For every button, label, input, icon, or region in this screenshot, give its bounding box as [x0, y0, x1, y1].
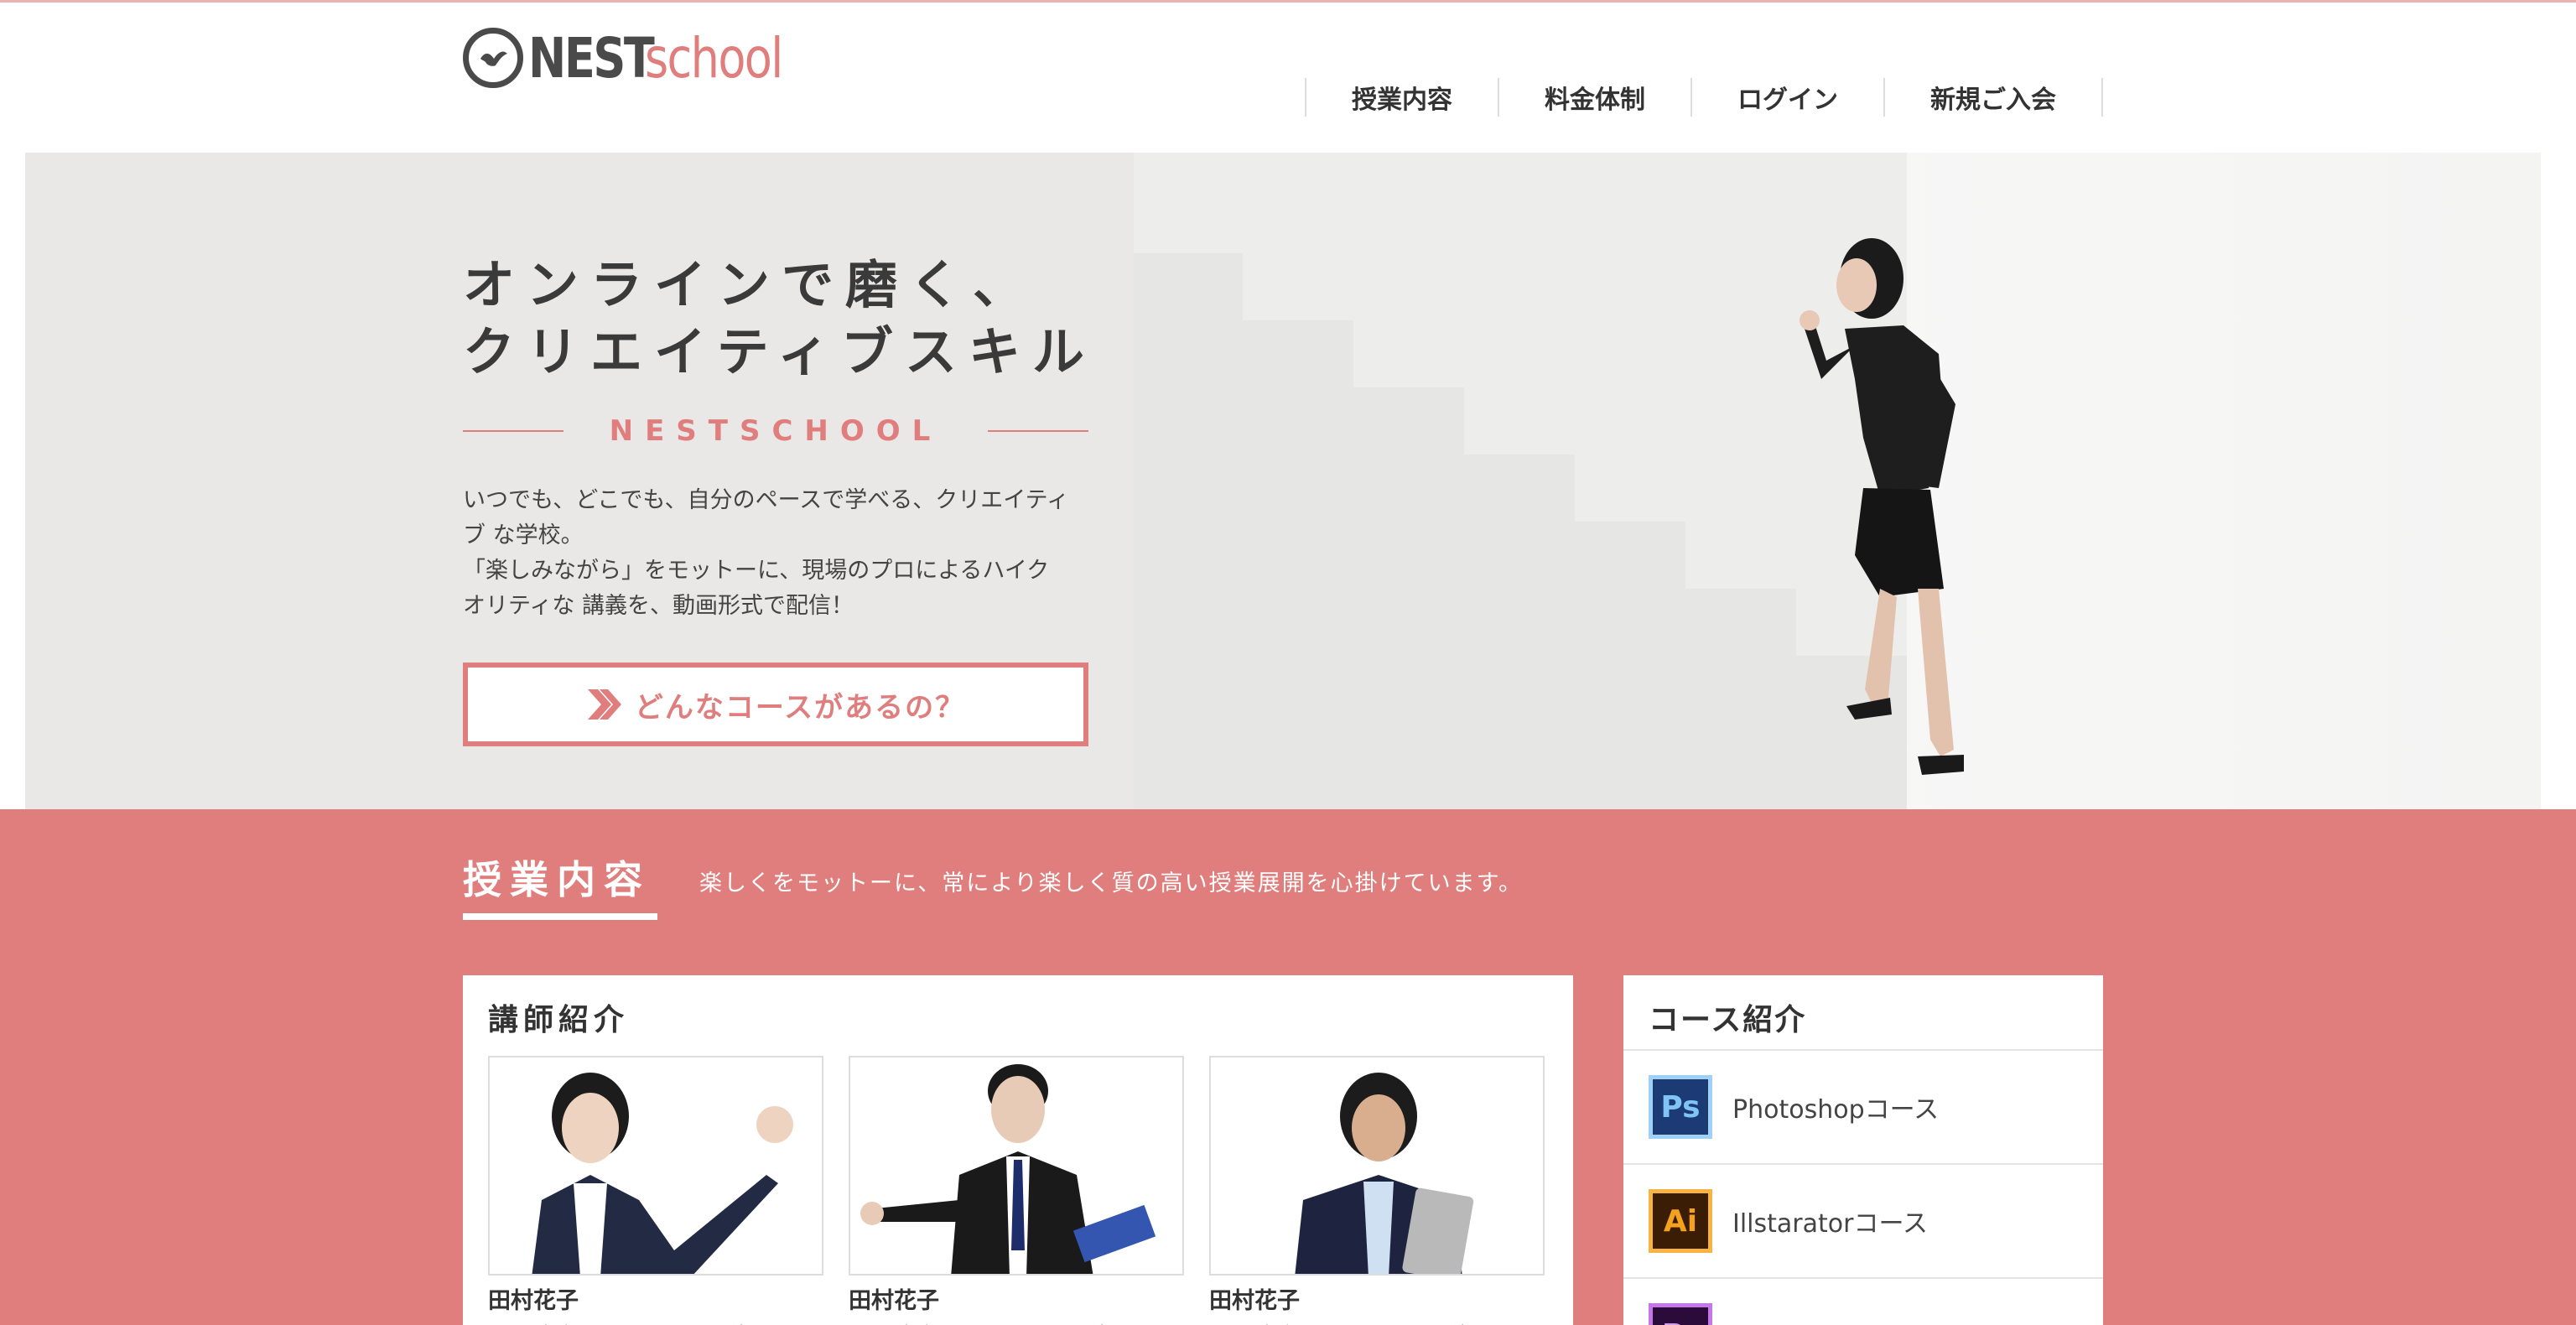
- course-item-photoshop[interactable]: Ps Photoshopコース: [1623, 1049, 2103, 1163]
- teacher-card[interactable]: 田村花子 ウェブデザインを職とする傍ら: [488, 1056, 823, 1325]
- hero-description: いつでも、どこでも、自分のペースで学べる、クリエイティ ブ な学校。 「楽しみな…: [463, 483, 1083, 624]
- hero-title: オンラインで磨く、 クリエイティブスキル: [463, 252, 1096, 386]
- course-label: Premiereコース: [1732, 1317, 1919, 1325]
- section-title-underline: [463, 913, 657, 920]
- section-title: 授業内容: [463, 857, 651, 902]
- nav-item-lessons[interactable]: 授業内容: [1305, 78, 1498, 117]
- divider: [988, 430, 1088, 432]
- lessons-section: 授業内容 楽しくをモットーに、常により楽しく質の高い授業展開を心掛けています。 …: [0, 809, 2576, 1325]
- hero-description-line: いつでも、どこでも、自分のペースで学べる、クリエイティ: [463, 487, 1070, 513]
- hero-title-line1: オンラインで磨く、: [463, 254, 1037, 315]
- premiere-icon: Pr: [1649, 1303, 1712, 1325]
- course-item-premiere[interactable]: Pr Premiereコース: [1623, 1277, 2103, 1325]
- double-chevron-right-icon: [586, 688, 623, 721]
- site-logo[interactable]: NEST school: [463, 24, 813, 91]
- illustrator-icon: Ai: [1649, 1189, 1712, 1253]
- main-nav: 授業内容 料金体制 ログイン 新規ご入会: [1305, 78, 2103, 117]
- course-item-illustrator[interactable]: Ai Illstaratorコース: [1623, 1163, 2103, 1277]
- nav-item-pricing[interactable]: 料金体制: [1498, 78, 1690, 117]
- site-header: NEST school 授業内容 料金体制 ログイン 新規ご入会: [0, 3, 2576, 153]
- hero-image: [1134, 153, 2541, 809]
- divider: [463, 430, 564, 432]
- teacher-photo: [849, 1056, 1184, 1276]
- teacher-name: 田村花子: [1209, 1288, 1300, 1314]
- logo-text-school: school: [644, 25, 783, 91]
- photoshop-icon: Ps: [1649, 1075, 1712, 1139]
- hero-description-line: オリティな 講義を、動画形式で配信！: [463, 593, 854, 619]
- teacher-photo: [488, 1056, 823, 1276]
- teacher-card[interactable]: 田村花子 ウェブデザインを職とする傍ら: [849, 1056, 1184, 1325]
- courses-cta-button[interactable]: どんなコースがあるの？: [463, 662, 1088, 746]
- teachers-panel: 講師紹介 田村花子 ウェブデザインを職とする傍ら: [463, 975, 1573, 1325]
- course-label: Photoshopコース: [1732, 1095, 1940, 1125]
- teacher-name: 田村花子: [849, 1288, 939, 1314]
- courses-panel-title: コース紹介: [1649, 1003, 1807, 1037]
- bird-icon: [463, 28, 523, 88]
- course-label: Illstaratorコース: [1732, 1209, 1928, 1239]
- hero-subtitle-text: NESTSCHOOL: [609, 414, 943, 448]
- hero-description-line: 「楽しみながら」をモットーに、現場のプロによるハイク: [463, 558, 1050, 584]
- nav-item-login[interactable]: ログイン: [1690, 78, 1883, 117]
- teacher-bio: ウェブデザインを職とする傍ら: [849, 1318, 1184, 1325]
- teachers-panel-title: 講師紹介: [488, 1003, 630, 1037]
- teacher-bio: ウェブデザインを職とする傍ら: [488, 1318, 823, 1325]
- teacher-card[interactable]: 田村花子 ウェブデザインを職とする傍ら: [1209, 1056, 1545, 1325]
- hero-description-line: ブ な学校。: [463, 522, 584, 548]
- nav-item-signup[interactable]: 新規ご入会: [1883, 78, 2103, 117]
- courses-cta-label: どんなコースがあるの？: [634, 690, 966, 725]
- logo-text-nest: NEST: [528, 25, 655, 91]
- teacher-bio: ウェブデザインを職とする傍ら: [1209, 1318, 1545, 1325]
- section-tagline: 楽しくをモットーに、常により楽しく質の高い授業展開を心掛けています。: [699, 870, 1523, 896]
- hero-section: オンラインで磨く、 クリエイティブスキル NESTSCHOOL いつでも、どこで…: [25, 153, 2541, 809]
- teacher-name: 田村花子: [488, 1288, 579, 1314]
- courses-panel: コース紹介 Ps Photoshopコース Ai Illstaratorコース …: [1623, 975, 2103, 1325]
- hero-title-line2: クリエイティブスキル: [463, 321, 1097, 382]
- hero-subtitle: NESTSCHOOL: [463, 414, 1088, 448]
- teacher-photo: [1209, 1056, 1545, 1276]
